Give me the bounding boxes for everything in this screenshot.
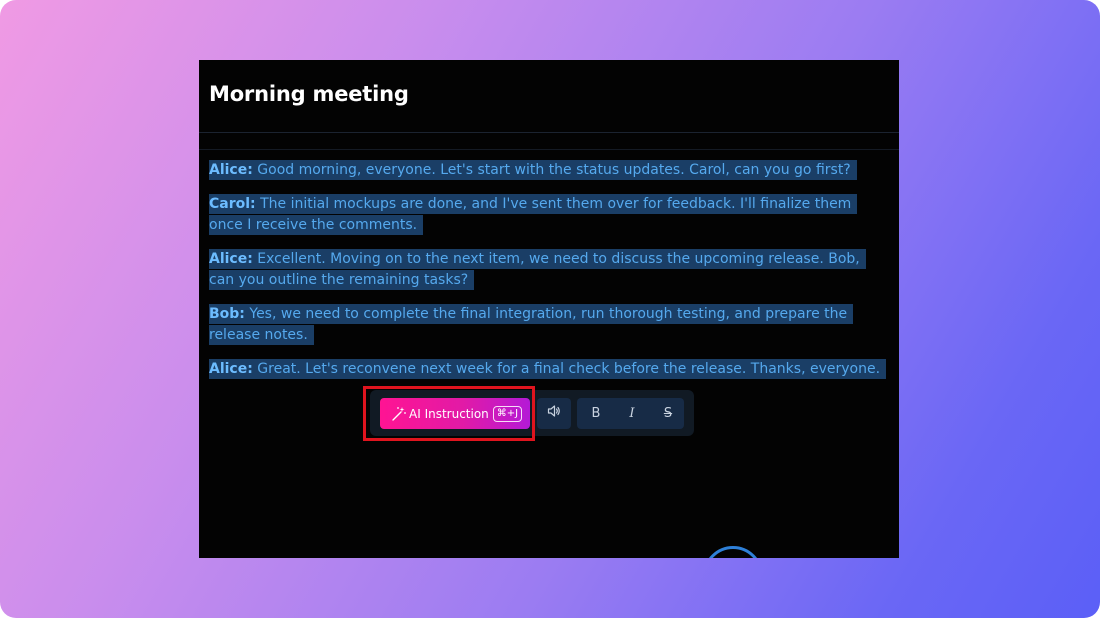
transcript-paragraph[interactable]: Alice: Excellent. Moving on to the next … (209, 249, 889, 291)
speaker-name: Carol: (209, 196, 256, 212)
floating-toolbar: AI Instruction ⌘+J B I S (370, 390, 694, 436)
document-title[interactable]: Morning meeting (209, 82, 409, 106)
transcript-paragraph[interactable]: Alice: Great. Let's reconvene next week … (209, 359, 889, 380)
editor-panel: Morning meeting Alice: Good morning, eve… (199, 60, 899, 558)
strikethrough-button[interactable]: S (653, 398, 683, 429)
shortcut-badge: ⌘+J (492, 405, 523, 422)
speaker-name: Alice: (209, 162, 253, 178)
magic-wand-icon (391, 406, 407, 422)
italic-button[interactable]: I (617, 398, 647, 429)
text-to-speech-button[interactable] (537, 398, 571, 429)
format-group: B I S (577, 398, 684, 429)
background-frame: Morning meeting Alice: Good morning, eve… (0, 0, 1100, 618)
transcript-body[interactable]: Alice: Good morning, everyone. Let's sta… (209, 160, 889, 393)
bold-button[interactable]: B (581, 398, 611, 429)
toolbar-divider (199, 149, 899, 150)
speaker-name: Bob: (209, 306, 245, 322)
paragraph-text: The initial mockups are done, and I've s… (209, 196, 852, 233)
transcript-paragraph[interactable]: Bob: Yes, we need to complete the final … (209, 304, 889, 346)
paragraph-text: Yes, we need to complete the final integ… (209, 306, 848, 343)
paragraph-text: Great. Let's reconvene next week for a f… (252, 361, 881, 377)
paragraph-text: Excellent. Moving on to the next item, w… (209, 251, 860, 288)
speaker-icon (547, 404, 561, 423)
ai-instruction-button[interactable]: AI Instruction ⌘+J (380, 398, 530, 429)
floating-action-button[interactable] (703, 546, 763, 558)
paragraph-text: Good morning, everyone. Let's start with… (252, 162, 851, 178)
speaker-name: Alice: (209, 361, 253, 377)
title-divider (199, 132, 899, 133)
speaker-name: Alice: (209, 251, 253, 267)
transcript-paragraph[interactable]: Carol: The initial mockups are done, and… (209, 194, 889, 236)
ai-instruction-label: AI Instruction (409, 406, 489, 421)
transcript-paragraph[interactable]: Alice: Good morning, everyone. Let's sta… (209, 160, 889, 181)
